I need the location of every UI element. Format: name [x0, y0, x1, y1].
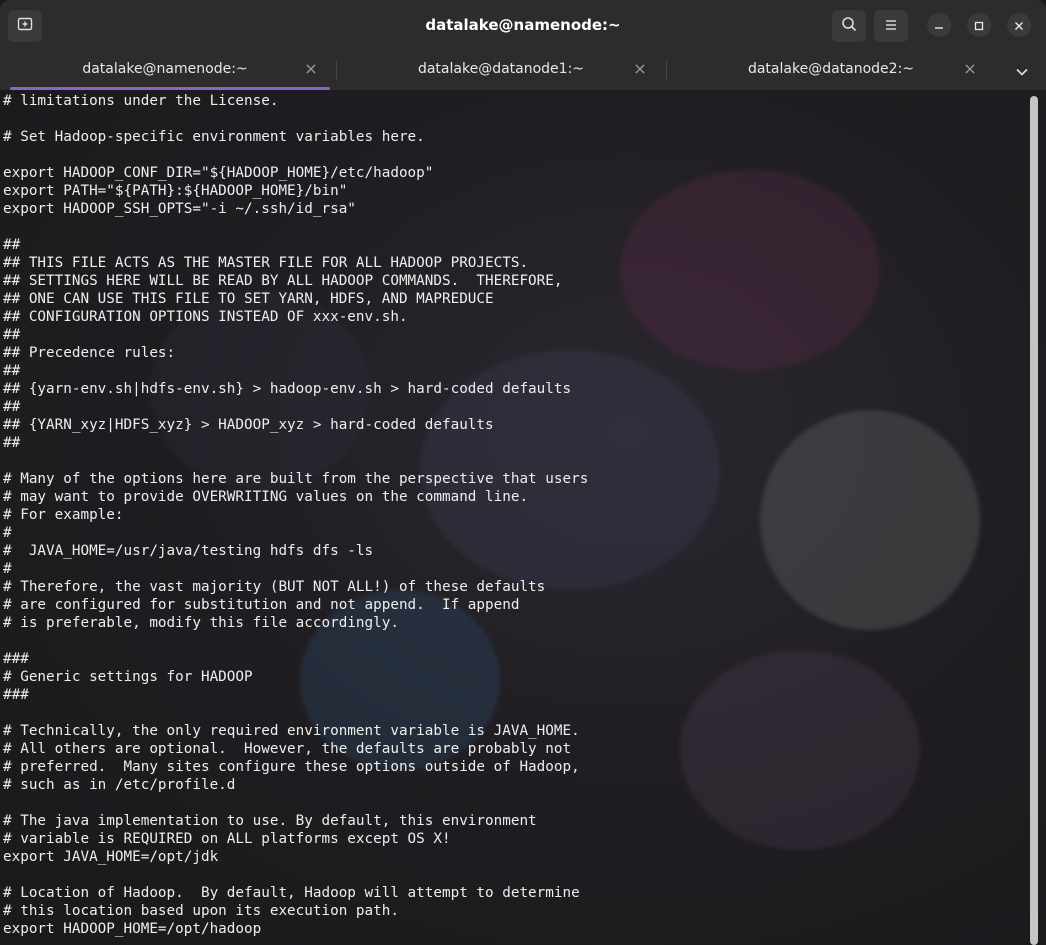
- hamburger-menu-icon: [884, 17, 898, 36]
- terminal-line: # The java implementation to use. By def…: [3, 813, 537, 829]
- terminal-line: # variable is REQUIRED on ALL platforms …: [3, 831, 451, 847]
- terminal-line: # such as in /etc/profile.d: [3, 777, 236, 793]
- terminal-line: ##: [3, 363, 21, 379]
- chevron-down-icon: [1016, 61, 1028, 80]
- tab-divider: [336, 60, 337, 80]
- terminal-line: #: [3, 525, 12, 541]
- search-button[interactable]: [832, 10, 866, 42]
- terminal-line: # Generic settings for HADOOP: [3, 669, 253, 685]
- title-bar[interactable]: datalake@namenode:~: [0, 0, 1046, 50]
- terminal-line: ##: [3, 435, 21, 451]
- terminal-text: # limitations under the License. # Set Ha…: [3, 92, 588, 938]
- terminal-line: # Set Hadoop-specific environment variab…: [3, 129, 425, 145]
- terminal-line: ##: [3, 399, 21, 415]
- tab-close-icon[interactable]: ×: [301, 59, 321, 79]
- minimize-button[interactable]: [927, 13, 951, 37]
- menu-button[interactable]: [874, 10, 908, 42]
- close-icon: [1014, 16, 1024, 35]
- tab-namenode[interactable]: datalake@namenode:~ ×: [0, 50, 330, 90]
- terminal-line: # are configured for substitution and no…: [3, 597, 520, 613]
- terminal-line: ##: [3, 327, 21, 343]
- terminal-line: ###: [3, 687, 29, 703]
- tab-divider: [666, 60, 667, 80]
- wallpaper-blob: [620, 170, 880, 370]
- terminal-line: # All others are optional. However, the …: [3, 741, 572, 757]
- terminal-line: export PATH="${PATH}:${HADOOP_HOME}/bin": [3, 183, 348, 199]
- terminal-line: export HADOOP_CONF_DIR="${HADOOP_HOME}/e…: [3, 165, 434, 181]
- terminal-window: datalake@namenode:~ datalake@namenode:~ …: [0, 0, 1046, 945]
- tab-label: datalake@datanode2:~: [747, 61, 915, 77]
- tab-label: datalake@namenode:~: [82, 61, 248, 77]
- terminal-line: # this location based upon its execution…: [3, 903, 399, 919]
- tab-datanode2[interactable]: datalake@datanode2:~ ×: [672, 50, 990, 90]
- maximize-button[interactable]: [967, 13, 991, 37]
- terminal-line: # JAVA_HOME=/usr/java/testing hdfs dfs -…: [3, 543, 374, 559]
- terminal-line: ## CONFIGURATION OPTIONS INSTEAD OF xxx-…: [3, 309, 408, 325]
- tab-close-icon[interactable]: ×: [960, 59, 980, 79]
- terminal-line: # may want to provide OVERWRITING values…: [3, 489, 529, 505]
- terminal-line: ## {YARN_xyz|HDFS_xyz} > HADOOP_xyz > ha…: [3, 417, 494, 433]
- terminal-line: # is preferable, modify this file accord…: [3, 615, 399, 631]
- wallpaper-blob: [680, 650, 920, 850]
- minimize-icon: [934, 16, 944, 35]
- terminal-line: # limitations under the License.: [3, 93, 279, 109]
- tab-label: datalake@datanode1:~: [417, 61, 585, 77]
- terminal-line: # Technically, the only required environ…: [3, 723, 580, 739]
- terminal-line: ## THIS FILE ACTS AS THE MASTER FILE FOR…: [3, 255, 529, 271]
- terminal-line: ###: [3, 651, 29, 667]
- terminal-line: ## {yarn-env.sh|hdfs-env.sh} > hadoop-en…: [3, 381, 572, 397]
- terminal-line: export HADOOP_HOME=/opt/hadoop: [3, 921, 262, 937]
- tab-bar: datalake@namenode:~ × datalake@datanode1…: [0, 50, 1046, 90]
- terminal-line: export JAVA_HOME=/opt/jdk: [3, 849, 219, 865]
- terminal-line: ## SETTINGS HERE WILL BE READ BY ALL HAD…: [3, 273, 563, 289]
- wallpaper-blob: [760, 410, 980, 630]
- terminal-line: ##: [3, 237, 21, 253]
- tabs-dropdown-button[interactable]: [1012, 60, 1032, 80]
- close-button[interactable]: [1007, 13, 1031, 37]
- terminal-line: #: [3, 561, 12, 577]
- terminal-output[interactable]: # limitations under the License. # Set Ha…: [0, 90, 1046, 945]
- terminal-line: # For example:: [3, 507, 124, 523]
- search-icon: [841, 16, 857, 36]
- terminal-line: # Location of Hadoop. By default, Hadoop…: [3, 885, 580, 901]
- tab-datanode1[interactable]: datalake@datanode1:~ ×: [342, 50, 660, 90]
- scrollbar[interactable]: [1030, 96, 1038, 945]
- maximize-icon: [974, 16, 984, 35]
- terminal-line: ## ONE CAN USE THIS FILE TO SET YARN, HD…: [3, 291, 494, 307]
- terminal-line: # preferred. Many sites configure these …: [3, 759, 580, 775]
- tab-close-icon[interactable]: ×: [630, 59, 650, 79]
- terminal-line: ## Precedence rules:: [3, 345, 176, 361]
- terminal-line: export HADOOP_SSH_OPTS="-i ~/.ssh/id_rsa…: [3, 201, 356, 217]
- terminal-line: # Many of the options here are built fro…: [3, 471, 589, 487]
- terminal-line: # Therefore, the vast majority (BUT NOT …: [3, 579, 546, 595]
